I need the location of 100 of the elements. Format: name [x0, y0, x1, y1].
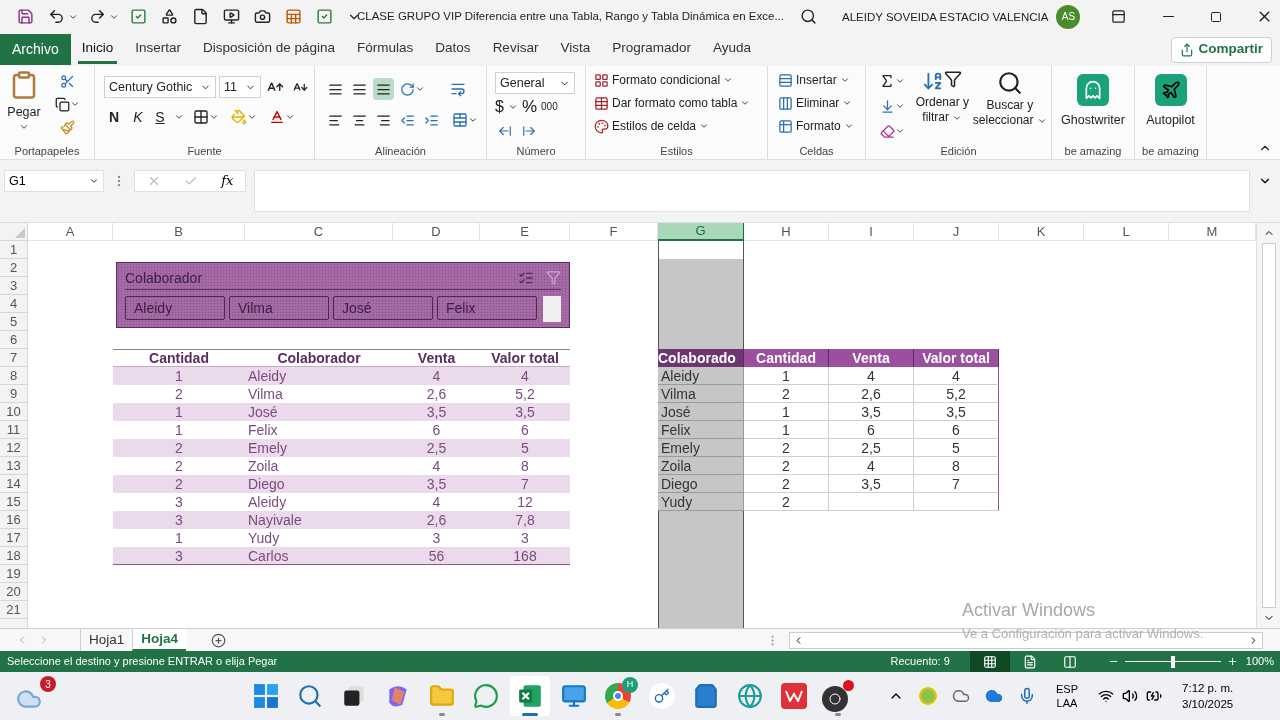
column-header[interactable]: M	[1169, 223, 1256, 241]
row-header[interactable]: 17	[0, 529, 28, 547]
slicer-button[interactable]: Vilma	[229, 296, 329, 320]
sort-filter-button[interactable]: Ordenar y filtrar	[912, 70, 973, 143]
formula-input[interactable]	[254, 170, 1250, 212]
weather-widget[interactable]: 3	[16, 676, 56, 716]
table-cell: Diego	[658, 475, 744, 493]
row-header[interactable]: 15	[0, 493, 28, 511]
view-button[interactable]	[969, 651, 1010, 672]
currency-button[interactable]: $	[495, 94, 504, 119]
column-header[interactable]: C	[245, 223, 393, 241]
language-indicator[interactable]: ESP LAA	[1056, 682, 1078, 710]
row-header[interactable]: 5	[0, 313, 28, 331]
column-header[interactable]: B	[113, 223, 245, 241]
zoom-slider[interactable]	[1124, 655, 1221, 668]
ribbon-tab[interactable]: Ayuda	[708, 35, 755, 64]
row-header[interactable]: 6	[0, 331, 28, 349]
row-header[interactable]: 14	[0, 475, 28, 493]
column-header[interactable]: E	[480, 223, 570, 241]
insert-function-button[interactable]: fx	[221, 171, 234, 191]
ribbon-tab[interactable]: Fórmulas	[353, 35, 418, 64]
row-header[interactable]: 12	[0, 439, 28, 457]
user-avatar[interactable]: AS	[1056, 4, 1081, 29]
row-header[interactable]: 16	[0, 511, 28, 529]
addin-button[interactable]: Autopilot	[1139, 70, 1202, 143]
slicer-button[interactable]: José	[333, 296, 433, 320]
ribbon-tab[interactable]: Programador	[608, 35, 695, 64]
column-header[interactable]: I	[829, 223, 914, 241]
name-box[interactable]: G1	[4, 170, 104, 192]
styles-menu-button[interactable]: Estilos de celda	[594, 116, 751, 136]
file-tab[interactable]: Archivo	[0, 34, 71, 65]
row-header[interactable]: 13	[0, 457, 28, 475]
styles-menu-button[interactable]: Dar formato como tabla	[594, 93, 751, 113]
styles-menu-button[interactable]: Formato condicional	[594, 70, 751, 90]
column-header[interactable]: D	[393, 223, 480, 241]
caret-icon	[895, 76, 905, 86]
number-format-field[interactable]: General	[495, 72, 575, 94]
caret-icon	[415, 84, 425, 94]
ribbon-tab[interactable]: Insertar	[131, 35, 185, 64]
column-header[interactable]: A	[28, 223, 113, 241]
ribbon-tab[interactable]: Inicio	[77, 35, 118, 64]
add-sheet-icon[interactable]	[211, 632, 227, 648]
ribbon-tab[interactable]: Disposición de página	[199, 35, 340, 64]
italic-button[interactable]: K	[130, 106, 146, 128]
cloud-icon[interactable]	[952, 687, 970, 705]
cells-menu-button[interactable]: Eliminar	[778, 93, 854, 113]
cells-menu-button[interactable]: Formato	[778, 116, 854, 136]
column-header[interactable]: J	[914, 223, 999, 241]
paste-button[interactable]: Pegar	[4, 70, 44, 143]
row-header[interactable]: 7	[0, 349, 28, 367]
row-header[interactable]: 19	[0, 565, 28, 583]
cloud-icon[interactable]	[985, 687, 1003, 705]
share-button[interactable]: Compartir	[1171, 36, 1272, 63]
addin-button[interactable]: Ghostwriter	[1056, 70, 1130, 143]
column-header[interactable]: K	[999, 223, 1084, 241]
wifi-icon[interactable]	[1098, 688, 1114, 704]
table-cell: Aleidy	[245, 367, 393, 385]
cells-menu-button[interactable]: Insertar	[778, 70, 854, 90]
row-header[interactable]: 21	[0, 601, 28, 619]
row-header[interactable]: 18	[0, 547, 28, 565]
horizontal-scrollbar[interactable]	[789, 631, 1264, 649]
row-header[interactable]: 3	[0, 277, 28, 295]
sheet-tab[interactable]: Hoja4	[132, 629, 187, 651]
vertical-scrollbar[interactable]	[1256, 223, 1280, 628]
battery-icon[interactable]	[1146, 688, 1162, 704]
table-cell: 6	[829, 421, 914, 439]
font-name-field[interactable]: Century Gothic	[104, 76, 216, 98]
slicer-button[interactable]: Felix	[437, 296, 537, 320]
row-header[interactable]: 2	[0, 259, 28, 277]
microphone-icon[interactable]	[1018, 687, 1036, 705]
align-bottom-button[interactable]	[373, 78, 394, 100]
row-header[interactable]: 10	[0, 403, 28, 421]
row-header[interactable]: 11	[0, 421, 28, 439]
column-header[interactable]: H	[744, 223, 829, 241]
clear-filter-icon[interactable]	[546, 269, 561, 285]
bold-button[interactable]: N	[104, 106, 124, 128]
thousands-button[interactable]: 000	[541, 99, 558, 115]
row-header[interactable]: 4	[0, 295, 28, 313]
row-header[interactable]: 1	[0, 241, 28, 259]
speaker-icon[interactable]	[1122, 688, 1138, 704]
slicer-button[interactable]: Aleidy	[125, 296, 225, 320]
clock[interactable]: 7:12 p. m. 3/10/2025	[1182, 680, 1234, 712]
column-header[interactable]: G	[658, 223, 744, 241]
ribbon-tab[interactable]: Datos	[431, 35, 475, 64]
ribbon-tab[interactable]: Revisar	[488, 35, 543, 64]
column-header[interactable]: L	[1084, 223, 1169, 241]
column-header[interactable]: F	[570, 223, 658, 241]
percent-button[interactable]: %	[521, 94, 538, 120]
slicer-scrollbar[interactable]	[543, 296, 561, 322]
zoom-in-icon[interactable]	[1226, 656, 1238, 667]
row-header[interactable]: 9	[0, 385, 28, 403]
underline-button[interactable]: S	[152, 106, 168, 128]
find-select-button[interactable]: Buscar y seleccionar	[972, 70, 1047, 143]
row-header[interactable]: 8	[0, 367, 28, 385]
row-header[interactable]: 20	[0, 583, 28, 601]
table-cell: 1	[113, 403, 245, 421]
ribbon-tab[interactable]: Vista	[556, 35, 595, 64]
zoom-readout[interactable]: 100%	[1245, 653, 1274, 670]
table-cell: 7,8	[480, 511, 570, 529]
font-size-field[interactable]: 11	[219, 76, 261, 98]
